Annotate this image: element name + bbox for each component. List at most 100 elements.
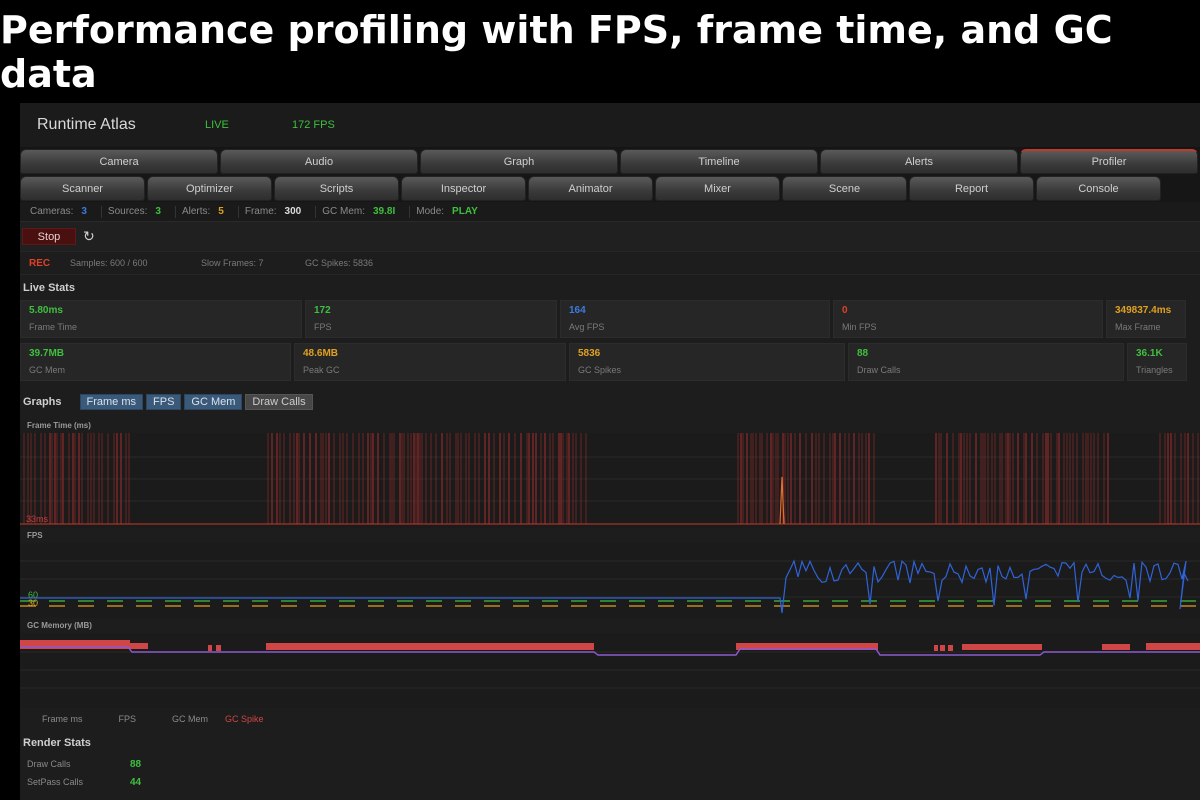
toggle-fps[interactable]: FPS (146, 394, 182, 410)
stat-gc-mem: 39.7MB GC Mem (20, 343, 291, 381)
fps-30-label: 30 (28, 598, 38, 608)
alerts-count: 5 (218, 206, 224, 217)
tab-profiler[interactable]: Profiler (1020, 149, 1198, 174)
gcmem-value: 39.8I (373, 206, 396, 217)
stat-label: GC Mem (29, 365, 65, 375)
tab-camera[interactable]: Camera (20, 149, 218, 174)
tab-scene[interactable]: Scene (782, 176, 907, 201)
gc-spikes-count: GC Spikes: 5836 (305, 258, 374, 268)
render-stats-title: Render Stats (23, 736, 91, 749)
tab-console[interactable]: Console (1036, 176, 1161, 201)
divider (237, 205, 239, 218)
legend-gc-spike: GC Spike (225, 714, 264, 724)
banner-title: Performance profiling with FPS, frame ti… (0, 7, 1113, 96)
stat-label: Min FPS (842, 322, 877, 332)
tab-alerts[interactable]: Alerts (820, 149, 1018, 174)
stat-label: Peak GC (303, 365, 340, 375)
fps-chart-title: FPS (20, 528, 1200, 543)
frame-time-threshold-label: 33ms (26, 514, 49, 524)
titlebar: Runtime Atlas LIVE 172 FPS (20, 103, 1200, 148)
stat-value: 0 (842, 305, 848, 316)
gc-spike-block (1102, 644, 1130, 650)
stat-triangles: 36.1K Triangles (1127, 343, 1187, 381)
tab-animator[interactable]: Animator (528, 176, 653, 201)
tab-mixer[interactable]: Mixer (655, 176, 780, 201)
stat-label: Max Frame (1115, 322, 1161, 332)
toggle-gc-mem[interactable]: GC Mem (184, 394, 243, 410)
stat-fps: 172 FPS (305, 300, 557, 338)
mode-value: PLAY (452, 206, 478, 217)
divider (409, 205, 411, 218)
stat-value: 39.7MB (29, 348, 65, 359)
stat-label: FPS (314, 322, 332, 332)
stat-value: 88 (857, 348, 869, 359)
stop-button[interactable]: Stop (22, 228, 76, 245)
frame-time-chart-title: Frame Time (ms) (20, 418, 1200, 433)
tab-scanner[interactable]: Scanner (20, 176, 145, 201)
tab-optimizer[interactable]: Optimizer (147, 176, 272, 201)
stat-label: Triangles (1136, 365, 1173, 375)
profiler-window: Runtime Atlas LIVE 172 FPS Camera Audio … (20, 103, 1200, 800)
live-status: LIVE (205, 119, 229, 131)
stat-peak-gc: 48.6MB Peak GC (294, 343, 566, 381)
toggle-frame-ms[interactable]: Frame ms (79, 394, 144, 410)
gc-spike-block (962, 644, 1042, 650)
fps-chart: 60 30 (20, 543, 1200, 618)
legend-gc-mem: GC Mem (172, 714, 209, 724)
recording-status: REC Samples: 600 / 600 Slow Frames: 7 GC… (20, 252, 1200, 275)
stats-row-2: 39.7MB GC Mem 48.6MB Peak GC 5836 GC Spi… (20, 343, 1200, 381)
stat-value: 36.1K (1136, 348, 1163, 359)
tab-scripts[interactable]: Scripts (274, 176, 399, 201)
tab-graph[interactable]: Graph (420, 149, 618, 174)
stat-frame-time: 5.80ms Frame Time (20, 300, 302, 338)
graphs-title: Graphs (23, 396, 62, 408)
gc-spike-block (130, 643, 148, 649)
mode-label: Mode: (416, 206, 445, 217)
stat-max-frame: 349837.4ms Max Frame (1106, 300, 1186, 338)
stat-label: Draw Calls (857, 365, 901, 375)
sources-count: 3 (155, 206, 161, 217)
render-stat-draw-calls: Draw Calls 88 (20, 755, 1200, 773)
alerts-label: Alerts: (181, 206, 211, 217)
slow-frames: Slow Frames: 7 (201, 258, 264, 268)
tab-inspector[interactable]: Inspector (401, 176, 526, 201)
stats-row-1: 5.80ms Frame Time 172 FPS 164 Avg FPS 0 … (20, 300, 1200, 338)
gc-spike-block (208, 645, 212, 651)
graph-legend: Frame ms FPS GC Mem GC Spike (20, 708, 1200, 730)
gc-spike-block (1146, 643, 1200, 650)
stat-value: 172 (314, 305, 331, 316)
frame-count: 300 (284, 206, 302, 217)
status-line: Cameras: 3 Sources: 3 Alerts: 5 Frame: 3… (20, 202, 1200, 222)
tab-audio[interactable]: Audio (220, 149, 418, 174)
stat-draw-calls: 88 Draw Calls (848, 343, 1124, 381)
render-stat-setpass: SetPass Calls 44 (20, 773, 1200, 791)
stat-avg-fps: 164 Avg FPS (560, 300, 830, 338)
stat-min-fps: 0 Min FPS (833, 300, 1103, 338)
gc-spike-block (934, 645, 938, 651)
stat-value: 164 (569, 305, 586, 316)
gcmem-label: GC Mem: (322, 206, 365, 217)
render-stat-value: 88 (130, 758, 142, 770)
stat-value: 349837.4ms (1115, 305, 1172, 316)
gc-spike-block (948, 645, 953, 651)
tab-timeline[interactable]: Timeline (620, 149, 818, 174)
cameras-label: Cameras: (30, 206, 74, 217)
toggle-draw-calls[interactable]: Draw Calls (245, 394, 313, 410)
banner: Performance profiling with FPS, frame ti… (0, 0, 1200, 103)
graphs-toolbar: Graphs Frame ms FPS GC Mem Draw Calls (20, 386, 1200, 418)
tab-report[interactable]: Report (909, 176, 1034, 201)
stat-value: 48.6MB (303, 348, 339, 359)
stat-label: Frame Time (29, 322, 78, 332)
render-stat-label: SetPass Calls (27, 777, 84, 787)
stat-value: 5.80ms (29, 305, 63, 316)
stat-label: GC Spikes (578, 365, 622, 375)
frame-time-chart: 33ms (20, 433, 1200, 528)
divider (174, 205, 176, 218)
profiler-controls: Stop ↻ (20, 222, 1200, 252)
divider (315, 205, 317, 218)
samples-count: Samples: 600 / 600 (70, 258, 148, 268)
rec-indicator: REC (29, 257, 51, 269)
live-stats-title: Live Stats (23, 282, 75, 294)
stat-value: 5836 (578, 348, 601, 359)
refresh-icon[interactable]: ↻ (83, 228, 95, 245)
